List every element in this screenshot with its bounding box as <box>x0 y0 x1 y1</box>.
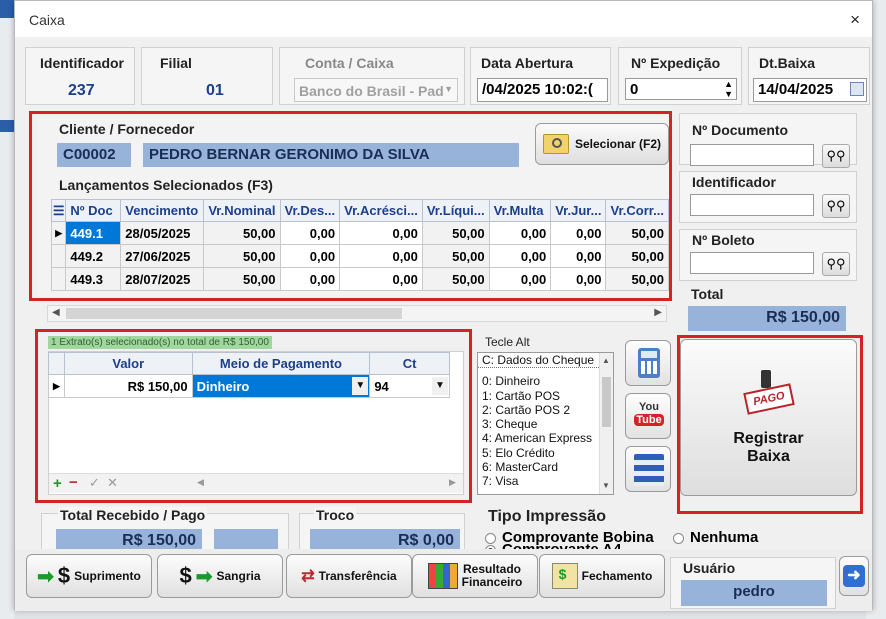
total-label: Total <box>691 286 724 302</box>
boleto-field[interactable] <box>690 252 814 274</box>
tecle-alt-list[interactable]: C: Dados do Cheque 0: Dinheiro 1: Cartão… <box>477 352 614 495</box>
recebido-label: Total Recebido / Pago <box>58 507 208 523</box>
list-item[interactable]: 3: Cheque <box>478 417 613 431</box>
identificador-label: Identificador <box>40 55 125 71</box>
window-title: Caixa <box>29 12 65 28</box>
register-icon: $ <box>551 563 578 589</box>
documento-field[interactable] <box>690 144 814 166</box>
close-icon[interactable]: × <box>850 10 860 30</box>
list-item[interactable]: 7: Visa <box>478 474 613 488</box>
expedicao-label: Nº Expedição <box>631 55 721 71</box>
tecle-alt-label: Tecle Alt <box>485 335 530 349</box>
data-abertura-label: Data Abertura <box>481 55 574 71</box>
identificador-value: 237 <box>68 82 95 99</box>
lancamentos-hscroll[interactable]: ◀ ▶ <box>47 305 667 322</box>
dollar-icon: $ <box>179 563 192 588</box>
tecle-alt-scrollbar[interactable]: ▲ ▼ <box>599 353 613 494</box>
identificador-box: Identificador 237 <box>25 47 135 105</box>
filial-box: Filial 01 <box>141 47 273 105</box>
red-highlight-pagamento <box>35 329 472 503</box>
fechamento-button[interactable]: $ Fechamento <box>539 554 665 598</box>
list-item[interactable]: 5: Elo Crédito <box>478 446 613 460</box>
red-highlight-top <box>29 111 672 301</box>
dt-baixa-label: Dt.Baixa <box>759 55 816 71</box>
arrow-out-icon: ➡ <box>195 565 213 588</box>
checklist-icon <box>634 454 664 486</box>
red-highlight-registrar <box>677 335 863 514</box>
expedicao-field[interactable]: 0 ▲ ▼ <box>625 78 737 100</box>
youtube-icon: You Tube <box>634 401 664 426</box>
usuario-value: pedro <box>681 580 827 606</box>
conta-label: Conta / Caixa <box>305 55 394 71</box>
conta-select[interactable]: Banco do Brasil - Pad ▼ <box>294 78 458 102</box>
radio-icon <box>673 532 684 544</box>
transfer-icon: ⇄ <box>301 568 315 585</box>
arrow-right-icon: ➜ <box>843 565 865 587</box>
transferencia-label: Transferência <box>318 569 397 583</box>
data-abertura-field[interactable]: /04/2025 10:02:( <box>477 78 608 102</box>
resultado-button[interactable]: Resultado Financeiro <box>412 554 538 598</box>
identificador2-label: Identificador <box>692 174 777 190</box>
identificador2-box: Identificador ⚲⚲ <box>679 171 857 223</box>
arrow-in-icon: ➡ <box>37 565 54 588</box>
filial-value: 01 <box>206 82 224 99</box>
data-abertura-box: Data Abertura /04/2025 10:02:( <box>470 47 611 105</box>
usuario-box: Usuário pedro <box>670 557 836 609</box>
documento-box: Nº Documento ⚲⚲ <box>679 113 857 168</box>
documento-label: Nº Documento <box>692 122 789 138</box>
total-value: R$ 150,00 <box>688 306 846 331</box>
expedicao-box: Nº Expedição 0 ▲ ▼ <box>618 47 742 105</box>
dt-baixa-field[interactable]: 14/04/2025 <box>753 78 867 102</box>
chart-icon <box>427 563 458 589</box>
boleto-label: Nº Boleto <box>692 232 755 248</box>
list-item[interactable]: 6: MasterCard <box>478 460 613 474</box>
binoculars-icon[interactable]: ⚲⚲ <box>822 144 850 168</box>
calculator-button[interactable] <box>625 340 671 386</box>
binoculars-icon[interactable]: ⚲⚲ <box>822 252 850 276</box>
next-button[interactable]: ➜ <box>839 556 869 596</box>
boleto-box: Nº Boleto ⚲⚲ <box>679 229 857 281</box>
list-item[interactable]: 2: Cartão POS 2 <box>478 403 613 417</box>
suprimento-button[interactable]: ➡ $ Suprimento <box>26 554 152 598</box>
title-bar: Caixa × <box>15 1 872 37</box>
background-left <box>0 0 14 619</box>
radio-nenhuma[interactable]: Nenhuma <box>673 529 758 546</box>
tipo-impressao-label: Tipo Impressão <box>488 508 606 525</box>
list-item[interactable]: C: Dados do Cheque <box>478 353 613 369</box>
binoculars-icon[interactable]: ⚲⚲ <box>822 194 850 218</box>
suprimento-label: Suprimento <box>74 569 141 583</box>
usuario-label: Usuário <box>683 560 736 576</box>
checklist-button[interactable] <box>625 446 671 492</box>
fechamento-label: Fechamento <box>581 569 653 583</box>
sangria-button[interactable]: $ ➡ Sangria <box>157 554 283 598</box>
sangria-label: Sangria <box>216 569 261 583</box>
resultado-label: Resultado Financeiro <box>461 562 523 589</box>
troco-label: Troco <box>314 507 357 523</box>
conta-box: Conta / Caixa Banco do Brasil - Pad ▼ <box>279 47 465 105</box>
dollar-icon: $ <box>57 563 71 588</box>
identificador2-field[interactable] <box>690 194 814 216</box>
scroll-thumb[interactable] <box>66 308 402 319</box>
caixa-dialog: Caixa × Identificador 237 Filial 01 Cont… <box>14 0 873 611</box>
calendar-icon[interactable] <box>850 82 864 96</box>
dt-baixa-box: Dt.Baixa 14/04/2025 <box>748 47 870 105</box>
filial-label: Filial <box>160 55 192 71</box>
calculator-icon <box>638 348 660 378</box>
list-item[interactable]: 0: Dinheiro <box>478 374 613 388</box>
youtube-button[interactable]: You Tube <box>625 393 671 439</box>
list-item[interactable]: 1: Cartão POS <box>478 389 613 403</box>
transferencia-button[interactable]: ⇄ Transferência <box>286 554 412 598</box>
list-item[interactable]: 4: American Express <box>478 431 613 445</box>
